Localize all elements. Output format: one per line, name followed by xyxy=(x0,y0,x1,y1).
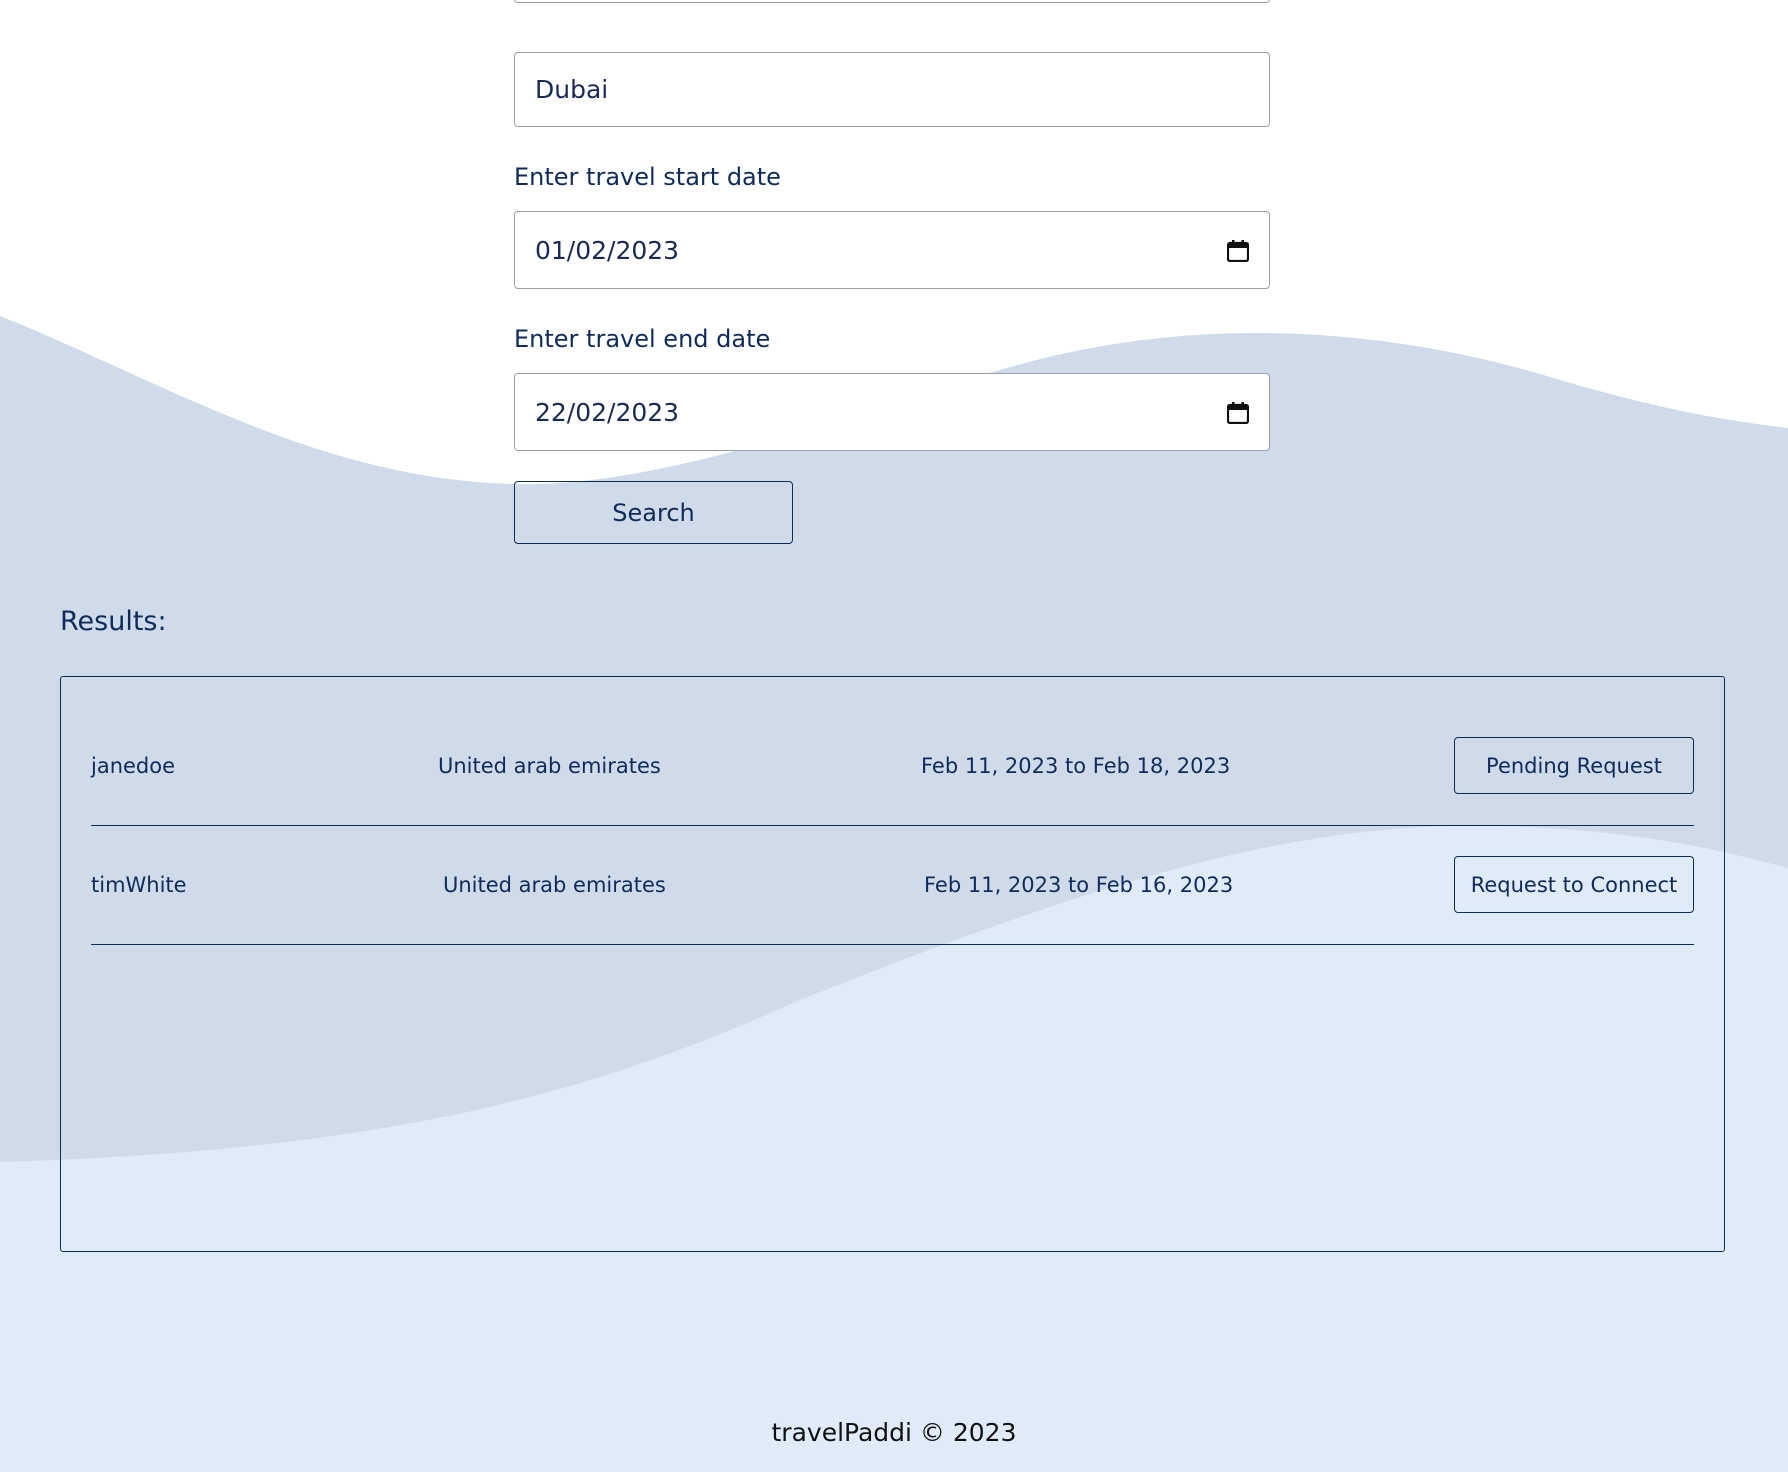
request-to-connect-button[interactable]: Request to Connect xyxy=(1454,856,1694,913)
result-row: timWhite United arab emirates Feb 11, 20… xyxy=(91,826,1694,945)
end-date-value: 22/02/2023 xyxy=(535,397,680,427)
search-button[interactable]: Search xyxy=(514,481,793,544)
footer-copyright: travelPaddi © 2023 xyxy=(771,1418,1017,1447)
result-country: United arab emirates xyxy=(438,754,661,778)
result-username: timWhite xyxy=(91,873,187,897)
result-dates: Feb 11, 2023 to Feb 18, 2023 xyxy=(921,754,1231,778)
pending-request-button[interactable]: Pending Request xyxy=(1454,737,1694,794)
results-heading: Results: xyxy=(60,606,167,637)
end-date-field[interactable]: 22/02/2023 xyxy=(514,373,1270,451)
result-username: janedoe xyxy=(91,754,176,778)
start-date-field[interactable]: 01/02/2023 xyxy=(514,211,1270,289)
destination-value: Dubai xyxy=(535,75,609,104)
result-country: United arab emirates xyxy=(443,873,666,897)
calendar-icon[interactable] xyxy=(1226,401,1250,425)
start-date-label: Enter travel start date xyxy=(514,163,781,191)
end-date-label: Enter travel end date xyxy=(514,325,771,353)
destination-field[interactable]: Dubai xyxy=(514,52,1270,127)
result-dates: Feb 11, 2023 to Feb 16, 2023 xyxy=(924,873,1234,897)
origin-field[interactable] xyxy=(514,0,1270,3)
result-row: janedoe United arab emirates Feb 11, 202… xyxy=(91,707,1694,826)
start-date-value: 01/02/2023 xyxy=(535,235,680,265)
calendar-icon[interactable] xyxy=(1226,239,1250,263)
